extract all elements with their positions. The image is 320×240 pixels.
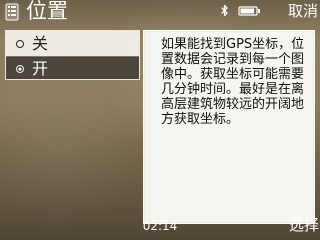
option-on-label: 开 xyxy=(32,59,49,78)
cancel-button[interactable]: 取消 xyxy=(288,0,318,23)
option-off-label: 关 xyxy=(32,33,49,53)
status-bar: 位置 取消 xyxy=(0,0,320,24)
option-off[interactable]: 关 xyxy=(6,31,139,56)
select-button[interactable]: 选择 xyxy=(289,215,319,235)
battery-level-fill xyxy=(240,8,254,14)
battery-icon xyxy=(238,6,260,16)
screen: { "status_bar": { "title": "位置", "top_ac… xyxy=(0,0,320,240)
location-options: 关 开 xyxy=(5,30,140,80)
radio-off-icon[interactable] xyxy=(16,39,24,48)
bottom-bar: 02:14 选择 xyxy=(0,214,320,240)
clock: 02:14 xyxy=(142,219,178,233)
info-text: 如果能找到GPS坐标，位置数据会记录到每一个图像中。获取坐标可能需要几分钟时间。… xyxy=(161,37,305,127)
option-on[interactable]: 开 xyxy=(6,56,139,79)
phone-list-icon xyxy=(5,3,19,21)
bluetooth-icon xyxy=(221,4,228,17)
info-panel: 如果能找到GPS坐标，位置数据会记录到每一个图像中。获取坐标可能需要几分钟时间。… xyxy=(143,30,315,224)
radio-on-icon[interactable] xyxy=(16,65,24,73)
page-title: 位置 xyxy=(26,0,68,23)
